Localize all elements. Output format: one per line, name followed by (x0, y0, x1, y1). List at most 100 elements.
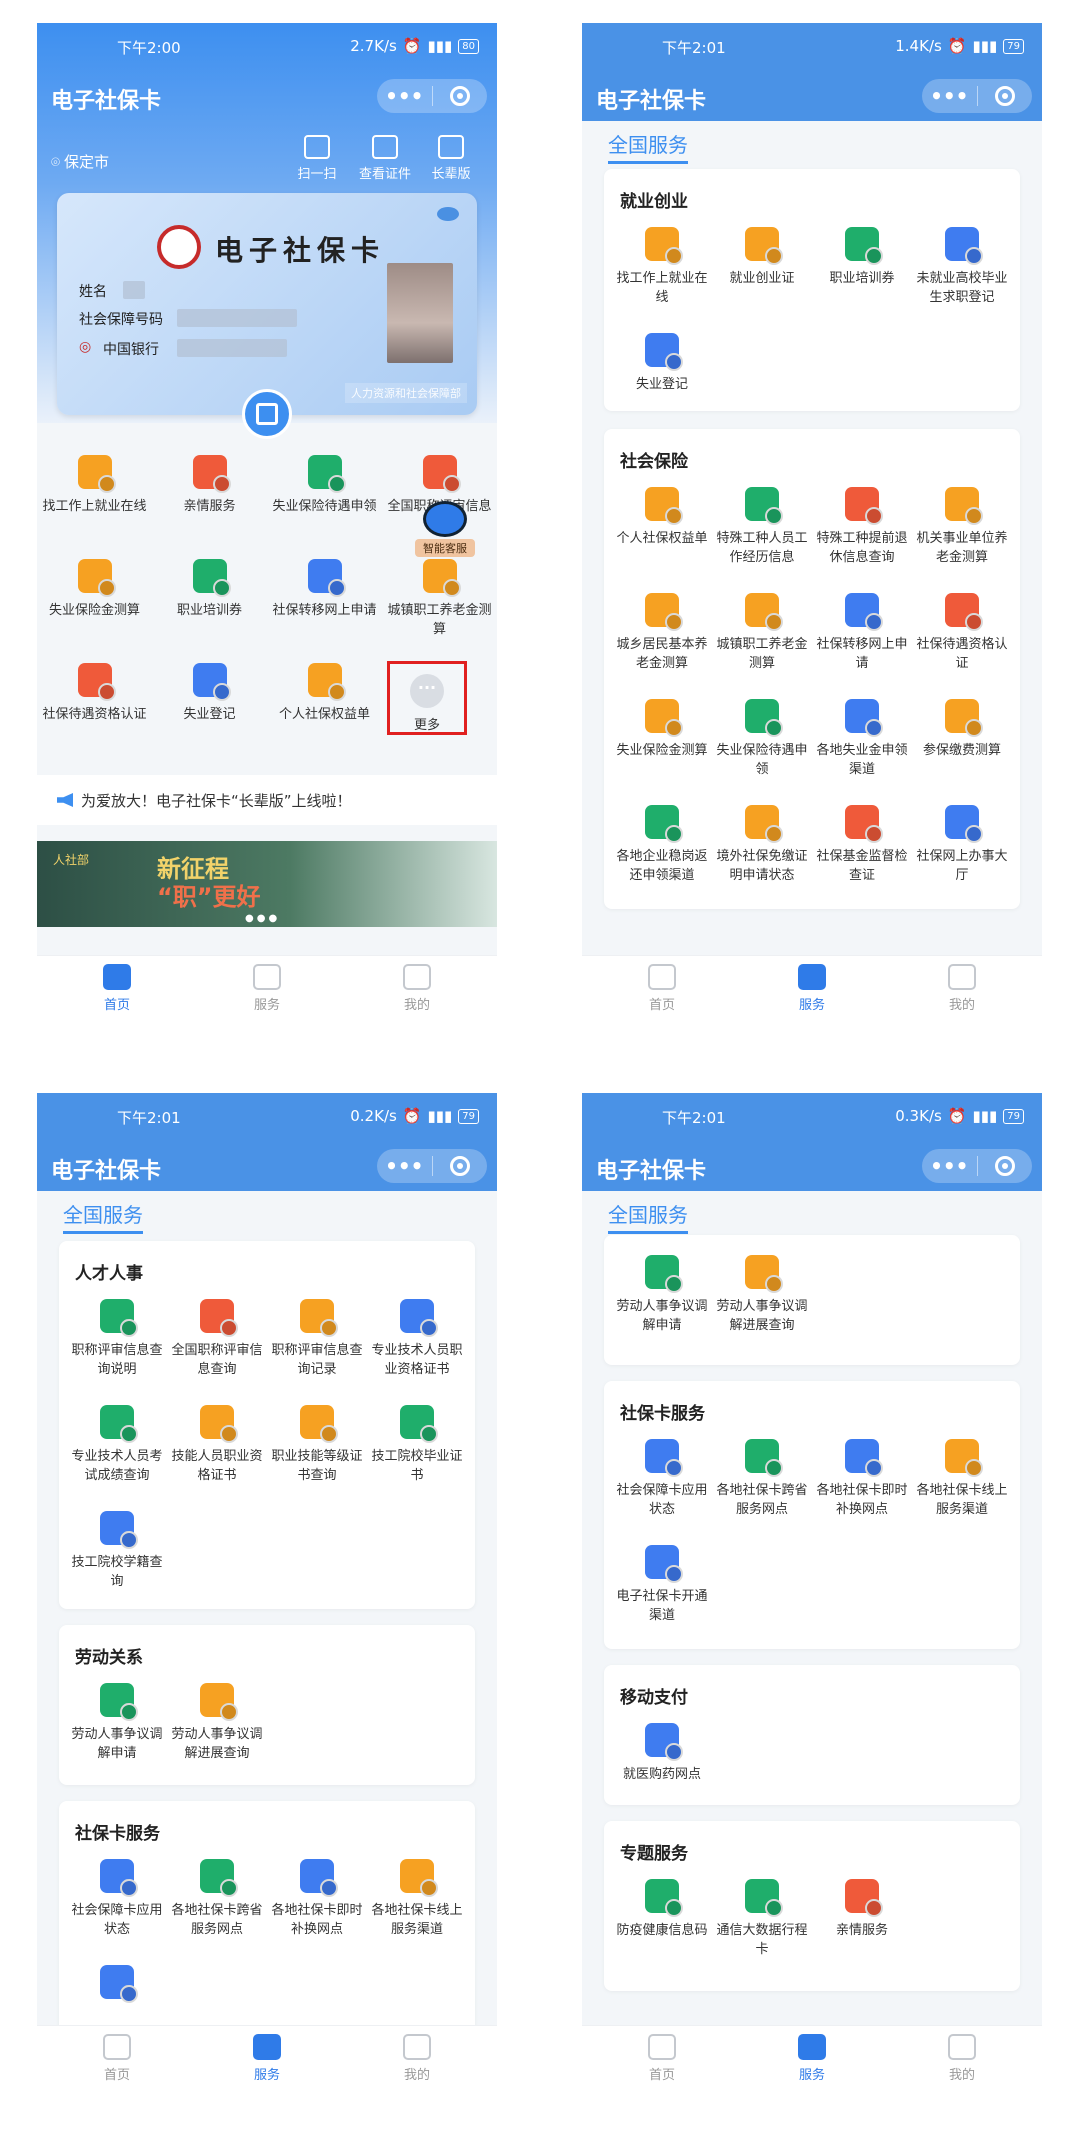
service-item[interactable]: 职称评审信息查询说明 (67, 1299, 167, 1379)
tab-services[interactable]: 服务 (762, 964, 862, 1013)
announcement-bar[interactable]: 为爱放大！电子社保卡“长辈版”上线啦！ (37, 775, 497, 825)
service-item[interactable]: 失业保险待遇申领 (712, 699, 812, 779)
scan-button[interactable]: 扫一扫 (287, 135, 347, 182)
service-item[interactable]: 未就业高校毕业生求职登记 (912, 227, 1012, 307)
home-service-item[interactable]: 社保转移网上申请 (267, 559, 382, 620)
service-item[interactable]: 各地社保卡跨省服务网点 (167, 1859, 267, 1939)
service-item[interactable]: 失业保险金测算 (612, 699, 712, 760)
tab-services[interactable]: 服务 (217, 964, 317, 1013)
service-item[interactable]: 职称评审信息查询记录 (267, 1299, 367, 1379)
view-certificate-button[interactable]: 查看证件 (355, 135, 415, 182)
service-item[interactable]: 劳动人事争议调解进展查询 (712, 1255, 812, 1335)
tab-home[interactable]: 首页 (612, 964, 712, 1013)
service-item[interactable]: 就业创业证 (712, 227, 812, 288)
tab-mine[interactable]: 我的 (912, 964, 1012, 1013)
home-service-item[interactable]: 亲情服务 (152, 455, 267, 516)
more-menu-button[interactable]: ••• (377, 84, 432, 108)
service-item[interactable]: 电子社保卡开通渠道 (612, 1545, 712, 1625)
card-status-icon (100, 1859, 134, 1893)
transfer-icon (845, 593, 879, 627)
service-item[interactable]: 全国职称评审信息查询 (167, 1299, 267, 1379)
close-program-button[interactable] (978, 86, 1033, 106)
home-service-item[interactable]: 个人社保权益单 (267, 663, 382, 724)
qr-health-icon (645, 1879, 679, 1913)
service-label: 失业登记 (183, 707, 236, 722)
service-item[interactable]: 技能人员职业资格证书 (167, 1405, 267, 1485)
service-item[interactable]: 境外社保免缴证明申请状态 (712, 805, 812, 885)
service-item[interactable]: 各地社保卡即时补换网点 (267, 1859, 367, 1939)
close-program-button[interactable] (433, 86, 488, 106)
service-item[interactable]: 专业技术人员职业资格证书 (367, 1299, 467, 1379)
services-screen-2: 下午2:01 0.2K/s ⏰ ▮▮▮ 79 电子社保卡 ••• 全国服务 人才人事 … (37, 1093, 497, 2093)
service-item[interactable]: 劳动人事争议调解申请 (612, 1255, 712, 1335)
service-label: 各地社保卡即时补换网点 (816, 1483, 908, 1517)
service-label: 社会保障卡应用状态 (616, 1483, 708, 1517)
service-item[interactable]: 机关事业单位养老金测算 (912, 487, 1012, 567)
home-service-item[interactable]: 找工作上就业在线 (37, 455, 152, 516)
ssn-masked (177, 309, 297, 327)
service-item[interactable]: 技工院校学籍查询 (67, 1511, 167, 1591)
smart-service-button[interactable]: 智能客服 (415, 501, 475, 571)
service-item[interactable]: 各地企业稳岗返还申领渠道 (612, 805, 712, 885)
service-item[interactable]: 社保转移网上申请 (812, 593, 912, 673)
service-item[interactable]: 各地社保卡线上服务渠道 (367, 1859, 467, 1939)
service-item[interactable]: 参保缴费测算 (912, 699, 1012, 760)
service-item[interactable]: 社会保障卡应用状态 (612, 1439, 712, 1519)
home-service-item[interactable]: 职业培训券 (152, 559, 267, 620)
service-item[interactable]: 失业登记 (612, 333, 712, 394)
service-item[interactable]: 技工院校毕业证书 (367, 1405, 467, 1485)
more-services-button[interactable]: ··· 更多 (387, 661, 467, 735)
service-item[interactable]: 防疫健康信息码 (612, 1879, 712, 1940)
tab-home[interactable]: 首页 (612, 2034, 712, 2083)
tab-services[interactable]: 服务 (762, 2034, 862, 2083)
service-item[interactable]: 个人社保权益单 (612, 487, 712, 548)
service-item[interactable]: 各地社保卡线上服务渠道 (912, 1439, 1012, 1519)
elder-icon (645, 593, 679, 627)
home-service-item[interactable]: 失业保险待遇申领 (267, 455, 382, 516)
service-item[interactable]: 特殊工种提前退休信息查询 (812, 487, 912, 567)
promo-banner[interactable]: 人社部 新征程 “职”更好 ●●● (37, 841, 497, 927)
home-service-item[interactable]: 失业登记 (152, 663, 267, 724)
tab-services[interactable]: 服务 (217, 2034, 317, 2083)
service-item[interactable]: 社保网上办事大厅 (912, 805, 1012, 885)
service-item[interactable] (67, 1965, 167, 2007)
social-security-card[interactable]: 电子社保卡 姓名 社会保障号码 中国银行 ◎ 人力资源和社会保障部 (57, 193, 477, 415)
service-item[interactable]: 城镇职工养老金测算 (712, 593, 812, 673)
close-program-button[interactable] (433, 1156, 488, 1176)
service-item[interactable]: 劳动人事争议调解进展查询 (167, 1683, 267, 1763)
service-item[interactable]: 找工作上就业在线 (612, 227, 712, 307)
eye-icon[interactable] (437, 207, 459, 221)
service-item[interactable]: 各地社保卡跨省服务网点 (712, 1439, 812, 1519)
tab-mine[interactable]: 我的 (367, 2034, 467, 2083)
service-item[interactable]: 亲情服务 (812, 1879, 912, 1940)
service-item[interactable]: 社会保障卡应用状态 (67, 1859, 167, 1939)
service-item[interactable]: 各地社保卡即时补换网点 (812, 1439, 912, 1519)
service-item[interactable]: 社保待遇资格认证 (912, 593, 1012, 673)
phone-pay-icon (645, 1723, 679, 1757)
service-item[interactable]: 通信大数据行程卡 (712, 1879, 812, 1959)
service-item[interactable]: 城乡居民基本养老金测算 (612, 593, 712, 673)
tab-mine[interactable]: 我的 (912, 2034, 1012, 2083)
home-service-item[interactable]: 失业保险金测算 (37, 559, 152, 620)
service-item[interactable]: 社保基金监督检查证 (812, 805, 912, 885)
qr-code-button[interactable] (242, 389, 292, 439)
close-program-button[interactable] (978, 1156, 1033, 1176)
service-item[interactable]: 专业技术人员考试成绩查询 (67, 1405, 167, 1485)
tab-mine[interactable]: 我的 (367, 964, 467, 1013)
more-menu-button[interactable]: ••• (377, 1154, 432, 1178)
more-menu-button[interactable]: ••• (922, 1154, 977, 1178)
location-selector[interactable]: ⌾ 保定市 (51, 151, 109, 172)
home-service-item[interactable]: 城镇职工养老金测算 (382, 559, 497, 639)
more-menu-button[interactable]: ••• (922, 84, 977, 108)
service-item[interactable]: 各地失业金申领渠道 (812, 699, 912, 779)
elder-mode-button[interactable]: 长辈版 (421, 135, 481, 182)
service-item[interactable]: 特殊工种人员工作经历信息 (712, 487, 812, 567)
service-item[interactable]: 职业技能等级证书查询 (267, 1405, 367, 1485)
service-item[interactable]: 就医购药网点 (612, 1723, 712, 1784)
service-label: 职称评审信息查询记录 (271, 1343, 363, 1377)
tab-home[interactable]: 首页 (67, 964, 167, 1013)
home-service-item[interactable]: 社保待遇资格认证 (37, 663, 152, 724)
service-item[interactable]: 职业培训券 (812, 227, 912, 288)
service-item[interactable]: 劳动人事争议调解申请 (67, 1683, 167, 1763)
tab-home[interactable]: 首页 (67, 2034, 167, 2083)
